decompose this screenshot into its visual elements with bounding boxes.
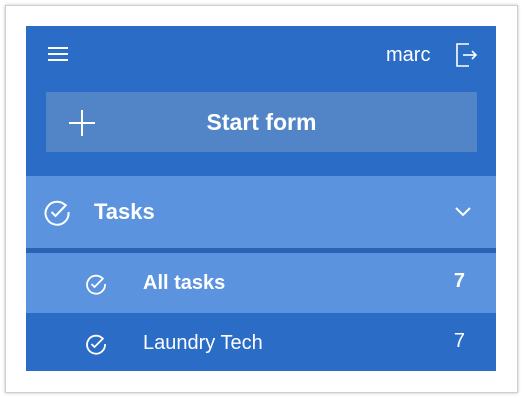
- navigation-panel: marc Start form Tasks All tasks 7 Laundr…: [26, 26, 496, 371]
- check-circle-icon: [85, 273, 107, 295]
- hamburger-icon[interactable]: [48, 46, 68, 62]
- task-list-item-label: All tasks: [143, 272, 226, 294]
- tasks-title: Tasks: [94, 199, 155, 224]
- start-form-button[interactable]: Start form: [46, 92, 477, 152]
- start-form-label: Start form: [206, 109, 317, 135]
- chevron-down-icon[interactable]: [454, 204, 472, 217]
- task-list-item-all-tasks[interactable]: All tasks 7: [26, 253, 496, 313]
- tasks-section-header[interactable]: Tasks: [26, 176, 496, 248]
- task-count-badge: 7: [453, 270, 465, 292]
- task-list-item-laundry-tech[interactable]: Laundry Tech 7: [26, 313, 496, 371]
- username-label: marc: [386, 44, 431, 66]
- task-list-item-label: Laundry Tech: [143, 332, 263, 354]
- sign-out-icon[interactable]: [454, 42, 478, 68]
- check-circle-icon: [85, 333, 107, 355]
- task-count-badge: 7: [453, 330, 465, 352]
- panel-header: marc: [26, 26, 496, 84]
- check-circle-icon: [43, 198, 71, 226]
